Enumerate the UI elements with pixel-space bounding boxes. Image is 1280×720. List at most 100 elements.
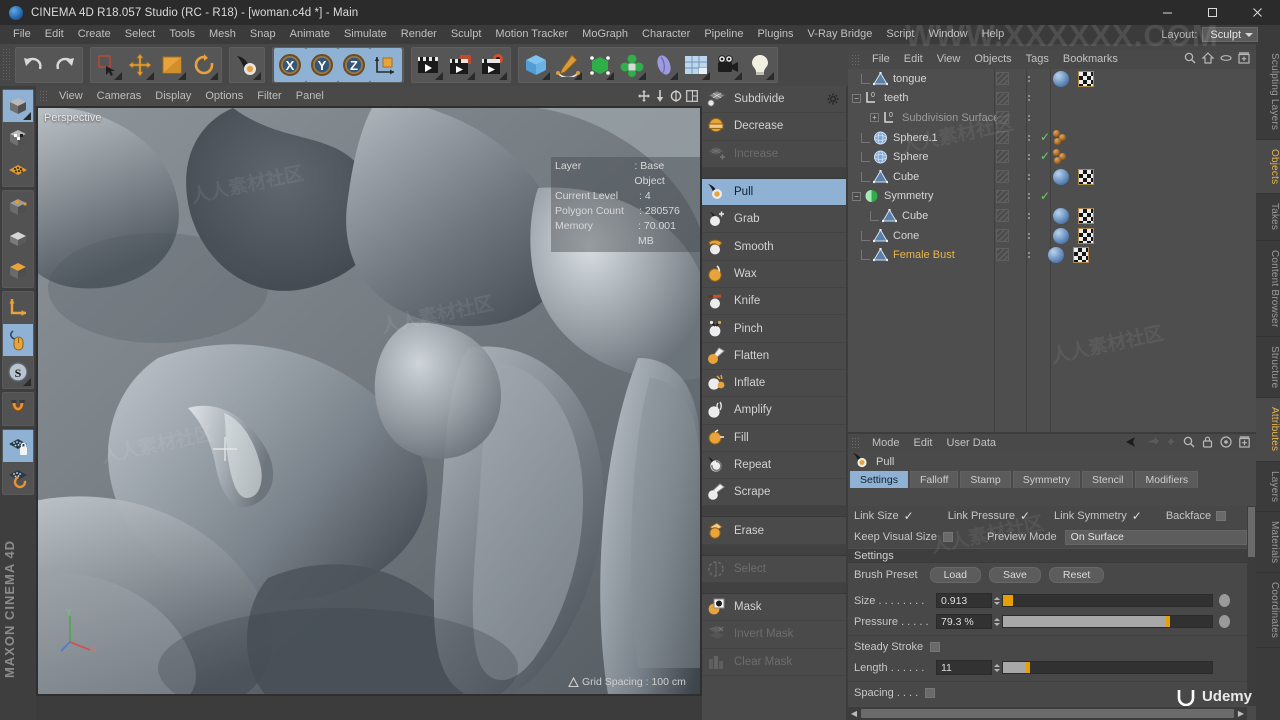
object-row[interactable]: − Symmetry ✓ [848,187,1256,207]
viewport-grip[interactable] [39,90,48,102]
attribute-manager-grip[interactable] [851,437,860,449]
right-tab-content-browser[interactable]: Content Browser [1256,241,1280,338]
right-tab-materials[interactable]: Materials [1256,512,1280,574]
enabled-check-icon[interactable]: ✓ [1040,190,1050,202]
sculpt-tool-grab[interactable]: Grab [702,206,846,234]
menu-item-mograph[interactable]: MoGraph [575,25,635,44]
object-row[interactable]: Sphere.1 ✓ [848,128,1256,148]
menu-item-pipeline[interactable]: Pipeline [697,25,750,44]
back-arrow-icon[interactable] [1126,436,1140,450]
object-row[interactable]: Cube [848,167,1256,187]
polygons-mode-icon[interactable] [3,223,33,255]
phong-tag-icon[interactable] [1053,207,1069,224]
object-row[interactable]: Sphere ✓ [848,147,1256,167]
menu-item-simulate[interactable]: Simulate [337,25,394,44]
right-tab-objects[interactable]: Objects [1256,140,1280,195]
attribute-menu-mode[interactable]: Mode [865,434,907,452]
minimize-button[interactable] [1145,0,1190,25]
attribute-tab-stencil[interactable]: Stencil [1081,471,1134,488]
texture-tag-icon[interactable] [1073,247,1089,264]
visibility-toggle-icon[interactable] [996,248,1009,262]
edges-mode-icon[interactable] [3,191,33,223]
visibility-dots-icon[interactable] [1028,134,1030,141]
object-row[interactable]: Female Bust [848,245,1256,265]
visibility-dots-icon[interactable] [1028,193,1030,200]
undo-icon[interactable] [17,48,49,82]
cube-primitive-icon[interactable] [520,48,552,82]
object-manager-menu-view[interactable]: View [930,50,968,69]
object-tree[interactable]: tongue − 0 teeth +0 Subdivision Surface Sphere… [848,69,1256,432]
sculpt-tool-mask[interactable]: Mask [702,594,846,622]
phong-tag-icon[interactable] [1048,247,1064,264]
visibility-toggle-icon[interactable] [996,169,1009,183]
world-object-axis-icon[interactable] [370,48,402,82]
scroll-left-icon[interactable]: ◀ [848,709,860,718]
lock-icon[interactable] [1202,436,1213,451]
right-tab-sculpting-layers[interactable]: Sculpting Layers [1256,44,1280,141]
viewport-menu-options[interactable]: Options [198,86,250,106]
viewport-menu-view[interactable]: View [52,86,90,106]
attribute-tab-settings[interactable]: Settings [850,471,908,488]
lock-workplane-icon[interactable] [3,430,33,462]
sculpt-tag-icon[interactable] [1053,129,1075,146]
visibility-dots-icon[interactable] [1028,232,1030,239]
backface-checkbox[interactable] [1216,511,1227,521]
render-settings-icon[interactable] [477,48,509,82]
menu-item-create[interactable]: Create [71,25,118,44]
object-row[interactable]: Cube [848,206,1256,226]
menu-item-window[interactable]: Window [921,25,974,44]
object-manager-menu-file[interactable]: File [865,50,897,69]
expand-icon[interactable] [1239,435,1250,451]
visibility-toggle-icon[interactable] [996,72,1009,85]
menu-item-script[interactable]: Script [879,25,921,44]
ellipse-icon[interactable] [1220,52,1232,67]
workplane-rotate-icon[interactable] [3,462,33,494]
live-selection-icon[interactable] [92,48,124,82]
sculpt-tool-wax[interactable]: Wax [702,261,846,289]
sculpt-tool-pull[interactable]: Pull [702,178,846,207]
menu-item-motion-tracker[interactable]: Motion Tracker [488,25,575,44]
attribute-horizontal-scrollbar[interactable]: ◀ ▶ [848,707,1247,720]
layout-dropdown[interactable]: Sculpt [1202,27,1258,42]
right-tab-structure[interactable]: Structure [1256,337,1280,399]
toolbar-grip[interactable] [2,48,12,82]
menu-item-help[interactable]: Help [975,25,1012,44]
enabled-check-icon[interactable]: ✓ [1040,150,1050,162]
sculpt-brush-icon[interactable] [231,48,263,82]
mograph-cloner-icon[interactable] [616,48,648,82]
camera-icon[interactable] [712,48,744,82]
sculpt-tool-amplify[interactable]: Amplify [702,397,846,425]
gear-icon[interactable] [827,93,839,108]
visibility-toggle-icon[interactable] [996,111,1009,125]
viewport-menu-cameras[interactable]: Cameras [90,86,149,106]
object-row[interactable]: − 0 teeth [848,89,1256,109]
sculpt-tool-inflate[interactable]: Inflate [702,370,846,398]
object-manager-grip[interactable] [851,53,860,66]
menu-item-animate[interactable]: Animate [283,25,337,44]
scale-tool-icon[interactable] [156,48,188,82]
reset-preset-button[interactable]: Reset [1048,567,1105,583]
sculpt-tool-erase[interactable]: Erase [702,517,846,545]
attribute-menu-user-data[interactable]: User Data [940,434,1004,452]
keep-visual-size-checkbox[interactable] [942,532,953,542]
object-row[interactable]: Cone [848,226,1256,246]
visibility-dots-icon[interactable] [1028,75,1030,82]
render-region-icon[interactable] [445,48,477,82]
maximize-button[interactable] [1190,0,1235,25]
visibility-dots-icon[interactable] [1028,252,1030,259]
scroll-right-icon[interactable]: ▶ [1235,709,1247,718]
phong-tag-icon[interactable] [1053,227,1069,244]
load-preset-button[interactable]: Load [929,567,981,583]
sculpt-tool-subdivide[interactable]: Subdivide [702,86,846,114]
size-stepper[interactable] [992,593,1001,608]
sculpt-tag-icon[interactable] [1053,149,1075,165]
collapse-icon[interactable]: − [852,191,861,201]
visibility-dots-icon[interactable] [1028,173,1030,180]
visibility-toggle-icon[interactable] [996,91,1009,105]
menu-item-plugins[interactable]: Plugins [750,25,800,44]
viewport-menu-panel[interactable]: Panel [289,86,331,106]
orbit-camera-icon[interactable] [669,90,682,103]
menu-item-edit[interactable]: Edit [38,25,71,44]
visibility-dots-icon[interactable] [1028,114,1030,121]
menu-item-character[interactable]: Character [635,25,697,44]
